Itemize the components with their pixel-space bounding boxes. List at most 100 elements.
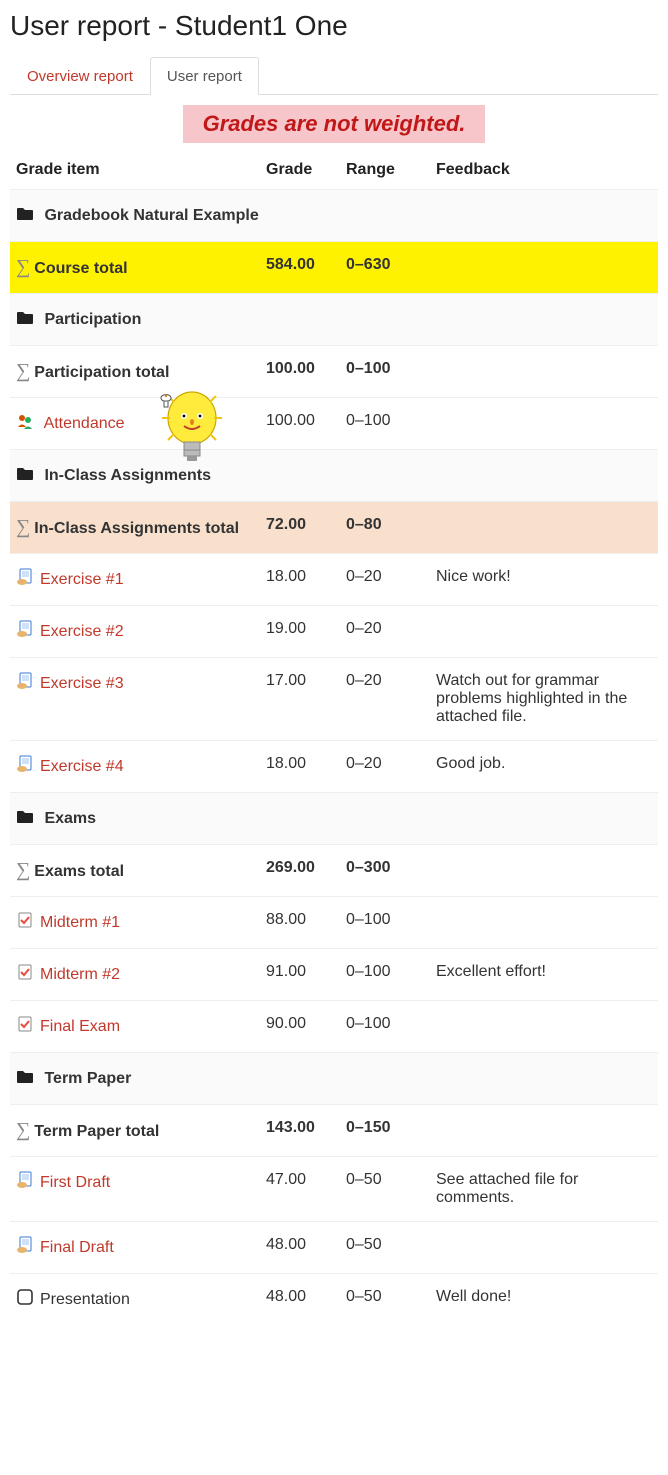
assignment-icon (16, 568, 34, 591)
assignment-icon (16, 620, 34, 643)
grade-value: 48.00 (260, 1222, 340, 1274)
row-exams-total: ∑Exams total 269.00 0–300 (10, 845, 658, 897)
range-value: 0–100 (340, 1001, 430, 1053)
folder-icon (16, 308, 34, 331)
range-value: 0–100 (340, 346, 430, 398)
quiz-icon (16, 911, 34, 934)
lightbulb-icon (154, 382, 230, 471)
category-label: Participation (44, 311, 141, 328)
row-presentation: Presentation 48.00 0–50 Well done! (10, 1274, 658, 1326)
feedback-value (430, 242, 658, 294)
folder-icon (16, 807, 34, 830)
row-exercise-3: Exercise #3 17.00 0–20 Watch out for gra… (10, 658, 658, 741)
feedback-value: Watch out for grammar problems highlight… (430, 658, 658, 741)
feedback-value (430, 1001, 658, 1053)
feedback-value (430, 346, 658, 398)
grade-value: 72.00 (260, 502, 340, 554)
grade-value: 100.00 (260, 346, 340, 398)
sigma-icon: ∑ (16, 516, 30, 538)
feedback-value: Excellent effort! (430, 949, 658, 1001)
weighting-banner: Grades are not weighted. (183, 105, 486, 143)
range-value: 0–300 (340, 845, 430, 897)
row-inclass-total: ∑In-Class Assignments total 72.00 0–80 (10, 502, 658, 554)
item-link[interactable]: Exercise #4 (40, 758, 124, 775)
grade-value: 584.00 (260, 242, 340, 294)
category-label: Gradebook Natural Example (44, 207, 258, 224)
assignment-icon (16, 1236, 34, 1259)
range-value: 0–100 (340, 897, 430, 949)
grade-value: 47.00 (260, 1157, 340, 1222)
grade-value: 19.00 (260, 606, 340, 658)
sigma-icon: ∑ (16, 256, 30, 278)
range-value: 0–20 (340, 741, 430, 793)
item-link[interactable]: Exercise #1 (40, 571, 124, 588)
item-link[interactable]: First Draft (40, 1174, 110, 1191)
range-value: 0–20 (340, 606, 430, 658)
item-label: Participation total (34, 364, 169, 381)
item-label: In-Class Assignments total (34, 520, 239, 537)
category-exams: Exams (10, 793, 658, 845)
tab-overview-report[interactable]: Overview report (10, 57, 150, 95)
grade-value: 143.00 (260, 1105, 340, 1157)
range-value: 0–20 (340, 554, 430, 606)
grade-value: 90.00 (260, 1001, 340, 1053)
range-value: 0–100 (340, 949, 430, 1001)
header-grade-item: Grade item (10, 153, 260, 190)
item-label: Presentation (40, 1291, 130, 1308)
item-link[interactable]: Midterm #1 (40, 914, 120, 931)
row-midterm-1: Midterm #1 88.00 0–100 (10, 897, 658, 949)
grade-value: 100.00 (260, 398, 340, 450)
row-attendance: Attendance 100.00 0–100 (10, 398, 658, 450)
feedback-value (430, 398, 658, 450)
row-midterm-2: Midterm #2 91.00 0–100 Excellent effort! (10, 949, 658, 1001)
item-link[interactable]: Attendance (44, 415, 125, 432)
row-final-draft: Final Draft 48.00 0–50 (10, 1222, 658, 1274)
item-link[interactable]: Exercise #2 (40, 623, 124, 640)
row-exercise-4: Exercise #4 18.00 0–20 Good job. (10, 741, 658, 793)
range-value: 0–50 (340, 1274, 430, 1326)
page-title: User report - Student1 One (10, 10, 658, 42)
range-value: 0–100 (340, 398, 430, 450)
grade-value: 18.00 (260, 741, 340, 793)
range-value: 0–150 (340, 1105, 430, 1157)
tab-user-report[interactable]: User report (150, 57, 259, 95)
item-link[interactable]: Exercise #3 (40, 675, 124, 692)
folder-icon (16, 464, 34, 487)
grade-value: 88.00 (260, 897, 340, 949)
range-value: 0–50 (340, 1222, 430, 1274)
grade-value: 269.00 (260, 845, 340, 897)
category-course: Gradebook Natural Example (10, 190, 658, 242)
feedback-value: Good job. (430, 741, 658, 793)
feedback-value: See attached file for comments. (430, 1157, 658, 1222)
feedback-value: Nice work! (430, 554, 658, 606)
feedback-value (430, 606, 658, 658)
quiz-icon (16, 963, 34, 986)
item-link[interactable]: Final Draft (40, 1239, 114, 1256)
attendance-icon (16, 412, 34, 435)
range-value: 0–630 (340, 242, 430, 294)
row-course-total: ∑Course total 584.00 0–630 (10, 242, 658, 294)
feedback-value (430, 1222, 658, 1274)
header-feedback: Feedback (430, 153, 658, 190)
feedback-value (430, 897, 658, 949)
feedback-value: Well done! (430, 1274, 658, 1326)
assignment-icon (16, 1171, 34, 1194)
folder-icon (16, 1067, 34, 1090)
report-tabs: Overview report User report (10, 56, 658, 95)
row-exercise-2: Exercise #2 19.00 0–20 (10, 606, 658, 658)
row-exercise-1: Exercise #1 18.00 0–20 Nice work! (10, 554, 658, 606)
grade-table: Grade item Grade Range Feedback Gradeboo… (10, 153, 658, 1325)
grade-value: 18.00 (260, 554, 340, 606)
folder-icon (16, 204, 34, 227)
item-link[interactable]: Midterm #2 (40, 966, 120, 983)
item-label: Course total (34, 260, 127, 277)
grade-value: 17.00 (260, 658, 340, 741)
item-link[interactable]: Final Exam (40, 1018, 120, 1035)
grade-value: 48.00 (260, 1274, 340, 1326)
assignment-icon (16, 672, 34, 695)
item-label: Exams total (34, 863, 124, 880)
row-final-exam: Final Exam 90.00 0–100 (10, 1001, 658, 1053)
checkbox-icon (16, 1288, 34, 1311)
header-range: Range (340, 153, 430, 190)
row-participation-total: ∑Participation total 100.00 0–100 (10, 346, 658, 398)
